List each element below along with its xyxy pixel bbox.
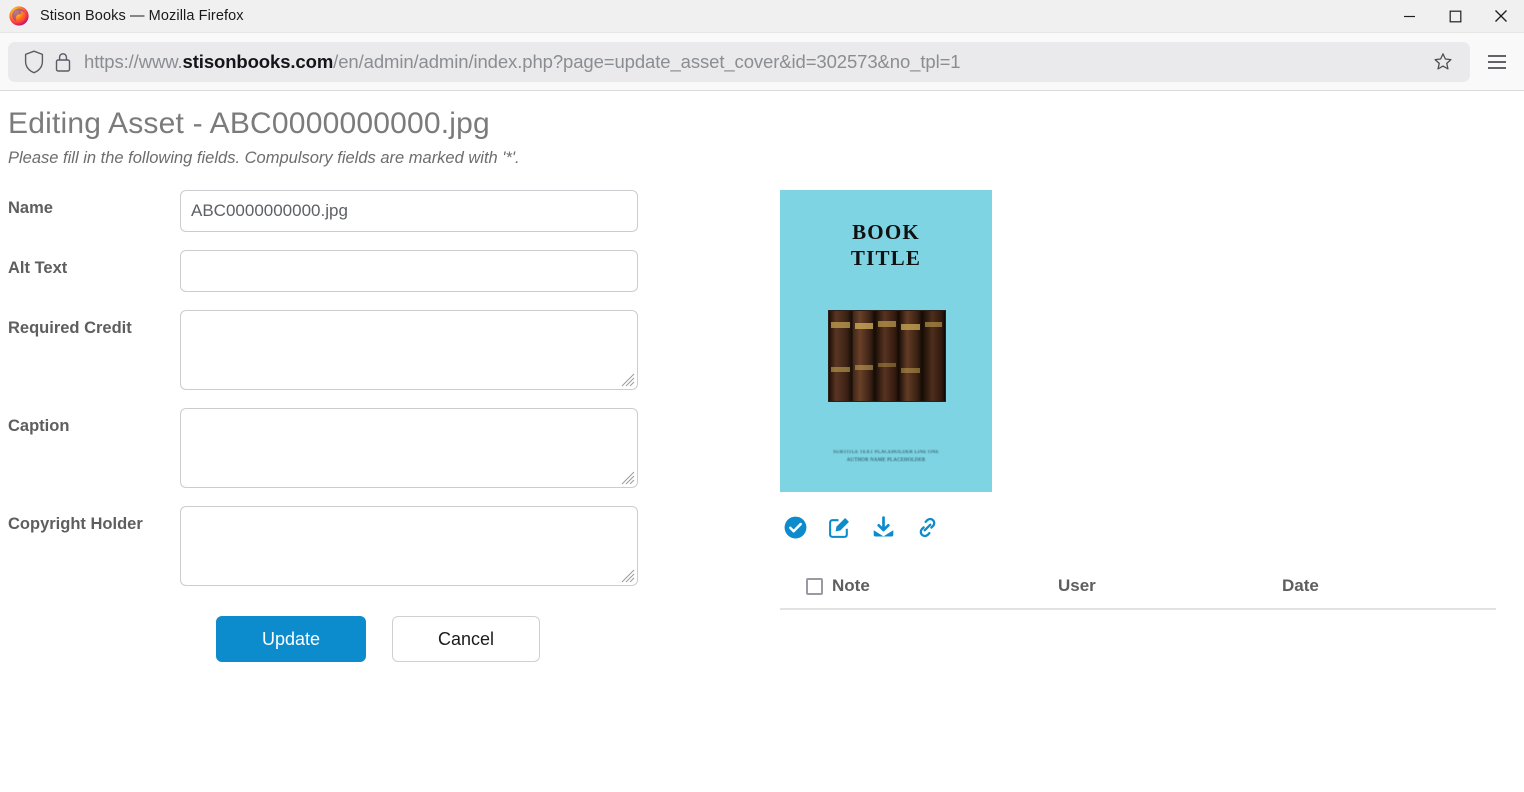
label-required-credit: Required Credit	[8, 319, 132, 337]
link-icon[interactable]	[914, 514, 940, 540]
form-row-alt-text: Alt Text	[0, 250, 780, 292]
edit-icon[interactable]	[826, 514, 852, 540]
url-text[interactable]: https://www.stisonbooks.com/en/admin/adm…	[78, 51, 1426, 73]
select-all-checkbox[interactable]	[806, 577, 823, 595]
page-title: Editing Asset - ABC0000000000.jpg	[8, 107, 490, 140]
required-credit-textarea[interactable]	[180, 310, 638, 390]
download-icon[interactable]	[870, 514, 896, 540]
field-caption	[180, 408, 638, 488]
label-alt-text: Alt Text	[8, 259, 68, 277]
firefox-logo-icon	[8, 5, 30, 27]
cover-title: BOOK TITLE	[780, 220, 992, 271]
asset-cover-thumbnail[interactable]: BOOK TITLE SUBTITLE TEXT PLACEHOLDER LIN…	[780, 190, 992, 492]
page-subtitle: Please fill in the following fields. Com…	[8, 149, 520, 167]
cover-photo-book-spines	[828, 310, 946, 402]
field-copyright-holder	[180, 506, 638, 586]
page-content: Editing Asset - ABC0000000000.jpg Please…	[0, 107, 1524, 792]
asset-action-icons	[780, 514, 1524, 540]
form-row-required-credit: Required Credit	[0, 310, 780, 390]
url-prefix: https://www.	[84, 50, 183, 72]
field-required-credit	[180, 310, 638, 390]
asset-preview-panel: BOOK TITLE SUBTITLE TEXT PLACEHOLDER LIN…	[780, 190, 1524, 662]
lock-icon[interactable]	[48, 50, 78, 74]
caption-textarea[interactable]	[180, 408, 638, 488]
notes-table: Note User Date	[780, 576, 1496, 610]
field-alt-text	[180, 250, 638, 292]
field-name	[180, 190, 638, 232]
cancel-button[interactable]: Cancel	[392, 616, 540, 662]
cover-footer-line-2: AUTHOR NAME PLACEHOLDER	[846, 457, 926, 463]
browser-nav-bar: https://www.stisonbooks.com/en/admin/adm…	[0, 33, 1524, 91]
bookmark-star-icon[interactable]	[1426, 45, 1460, 79]
copyright-holder-textarea[interactable]	[180, 506, 638, 586]
label-copyright-holder: Copyright Holder	[8, 515, 143, 533]
approve-icon[interactable]	[782, 514, 808, 540]
content-columns: Name Alt Text Required Credit	[0, 190, 1524, 662]
form-actions: Update Cancel	[0, 616, 780, 662]
label-name: Name	[8, 199, 53, 217]
notes-table-header: Note User Date	[780, 576, 1496, 610]
column-header-date[interactable]: Date	[1282, 576, 1496, 596]
label-caption: Caption	[8, 417, 70, 435]
window-controls	[1386, 0, 1524, 33]
url-host: stisonbooks.com	[182, 50, 334, 72]
address-bar[interactable]: https://www.stisonbooks.com/en/admin/adm…	[8, 41, 1470, 82]
cover-title-line-1: BOOK	[852, 220, 920, 244]
column-header-user[interactable]: User	[1058, 576, 1282, 596]
asset-edit-form: Name Alt Text Required Credit	[0, 190, 780, 662]
form-row-caption: Caption	[0, 408, 780, 488]
name-input[interactable]	[180, 190, 638, 232]
maximize-button[interactable]	[1432, 0, 1478, 33]
alt-text-input[interactable]	[180, 250, 638, 292]
update-button[interactable]: Update	[216, 616, 366, 662]
window-title: Stison Books — Mozilla Firefox	[40, 8, 244, 24]
cover-footer-text: SUBTITLE TEXT PLACEHOLDER LINE ONE AUTHO…	[780, 449, 992, 464]
url-path: /en/admin/admin/index.php?page=update_as…	[333, 50, 961, 72]
hamburger-menu-icon[interactable]	[1478, 43, 1516, 81]
form-row-name: Name	[0, 190, 780, 232]
minimize-button[interactable]	[1386, 0, 1432, 33]
form-row-copyright-holder: Copyright Holder	[0, 506, 780, 586]
close-button[interactable]	[1478, 0, 1524, 33]
notes-select-all-cell	[780, 577, 832, 595]
shield-icon[interactable]	[20, 49, 48, 75]
column-header-note[interactable]: Note	[832, 576, 1058, 596]
cover-footer-line-1: SUBTITLE TEXT PLACEHOLDER LINE ONE	[833, 450, 939, 455]
cover-title-line-2: TITLE	[850, 245, 922, 270]
browser-title-bar: Stison Books — Mozilla Firefox	[0, 0, 1524, 33]
